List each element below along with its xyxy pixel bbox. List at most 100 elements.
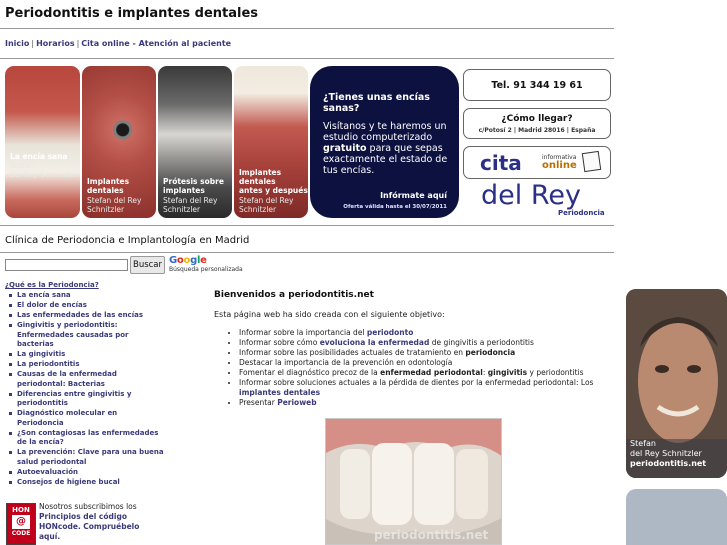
how-to-get-title: ¿Cómo llegar? (501, 114, 573, 124)
divider (0, 28, 614, 29)
sidebar-item: ¿Son contagiosas las enfermedades de la … (9, 429, 165, 448)
google-search-note: Búsqueda personalizada (169, 266, 243, 273)
objective-link[interactable]: implantes dentales (239, 388, 320, 397)
objective-item: Informar sobre soluciones actuales a la … (239, 378, 609, 398)
promo-box[interactable]: ¿Tienes unas encías sanas? Visítanos y t… (310, 66, 459, 218)
promo-text: Visítanos y te haremos un estudio comput… (323, 121, 448, 176)
sidebar-link[interactable]: La encía sana (17, 291, 71, 299)
objective-item: Informar sobre la importancia del period… (239, 328, 609, 338)
objective-text: Destacar la importancia de la prevención… (239, 358, 453, 367)
header-banner: La encía sana Stefan del Rey Schnitzler … (5, 66, 614, 218)
sidebar-link[interactable]: Consejos de higiene bucal (17, 478, 120, 486)
sidebar-link[interactable]: Diagnóstico molecular en Periodoncia (17, 409, 117, 427)
objective-link[interactable]: Perioweb (277, 398, 316, 407)
sidebar-item: Consejos de higiene bucal (9, 478, 165, 488)
objective-item: Destacar la importancia de la prevención… (239, 358, 609, 368)
objective-text: Informar sobre soluciones actuales a la … (239, 378, 594, 387)
intro-text: Esta página web ha sido creada con el si… (214, 310, 445, 319)
teeth-photo: periodontitis.net (325, 418, 502, 545)
banner-photo-caption: Prótesis sobre implantes (163, 177, 224, 195)
sidebar-link[interactable]: La prevención: Clave para una buena salu… (17, 448, 164, 466)
sidebar-link[interactable]: La periodontitis (17, 360, 80, 368)
objective-link[interactable]: evoluciona la enfermedad (320, 338, 430, 347)
banner-photo-caption: La encía sana (10, 152, 68, 161)
banner-photo-author: Stefan del Rey Schnitzler (239, 196, 294, 214)
sidebar-link[interactable]: Gingivitis y periodontitis: Enfermedades… (17, 321, 129, 348)
nav-separator: | (76, 39, 80, 48)
photo-watermark: periodontitis.net (374, 528, 489, 542)
banner-photo-author: Stefan del Rey Schnitzler (87, 196, 142, 214)
honcode-logo[interactable]: HON @ CODE (6, 503, 36, 545)
objective-link[interactable]: periodonto (367, 328, 413, 337)
banner-photo-author: Stefan del Rey Schnitzler (10, 161, 78, 179)
objectives-list: Informar sobre la importancia del period… (214, 328, 609, 408)
sidebar-item: Causas de la enfermedad periodontal: Bac… (9, 370, 165, 389)
banner-photo-healthy-gums[interactable]: La encía sana Stefan del Rey Schnitzler (5, 66, 80, 218)
sidebar-item: El dolor de encías (9, 301, 165, 311)
objective-emphasis: gingivitis (487, 368, 528, 377)
sidebar-item: La periodontitis (9, 360, 165, 370)
sidebar-item: Diferencias entre gingivitis y periodont… (9, 390, 165, 409)
objective-text: Informar sobre la importancia del (239, 328, 367, 337)
sidebar-link[interactable]: Diferencias entre gingivitis y periodont… (17, 390, 131, 408)
cita-online-box[interactable]: cita informativa online (463, 146, 611, 179)
google-logo-letter: G (169, 255, 177, 266)
google-logo: Google (169, 255, 207, 266)
portrait-name: Stefan del Rey Schnitzler (630, 439, 702, 458)
search-button[interactable]: Buscar (130, 256, 165, 274)
welcome-title: Bienvenidos a periodontitis.net (214, 290, 374, 300)
teeth-illustration (326, 419, 501, 544)
nav-link-inicio[interactable]: Inicio (5, 39, 29, 48)
brand-name: del Rey (481, 180, 581, 211)
objective-emphasis: periodoncia (465, 348, 516, 357)
sidebar-heading-link[interactable]: ¿Qué es la Periodoncia? (5, 281, 165, 289)
portrait-site: periodontitis.net (630, 459, 707, 468)
sidebar-link[interactable]: La gingivitis (17, 350, 65, 358)
banner-photo-caption: Implantes dentales (87, 177, 130, 195)
banner-photo-implants-before-after[interactable]: Implantes dentales antes y después Stefa… (234, 66, 308, 218)
google-logo-letter: g (190, 255, 197, 266)
divider (0, 225, 614, 226)
banner-photo-author: Stefan del Rey Schnitzler (163, 196, 218, 214)
banner-photo-implant-prosthesis[interactable]: Prótesis sobre implantes Stefan del Rey … (158, 66, 232, 218)
clinic-heading: Clínica de Periodoncia e Implantología e… (5, 235, 250, 246)
nav-link-horarios[interactable]: Horarios (36, 39, 74, 48)
search-input[interactable] (5, 259, 128, 271)
sidebar-item: Las enfermedades de las encías (9, 311, 165, 321)
divider (0, 252, 614, 253)
promo-validity: Oferta válida hasta el 30/07/2011 (343, 204, 447, 210)
phone-box: Tel. 91 344 19 61 (463, 69, 611, 101)
objective-item: Informar sobre cómo evoluciona la enferm… (239, 338, 609, 348)
calendar-icon (581, 150, 602, 173)
sidebar-link[interactable]: El dolor de encías (17, 301, 87, 309)
divider (0, 58, 614, 59)
objective-text: Informar sobre cómo (239, 338, 320, 347)
objective-text: Presentar (239, 398, 278, 407)
how-to-get-box[interactable]: ¿Cómo llegar? c/Potosí 2 | Madrid 28016 … (463, 108, 611, 139)
clinic-photo (626, 489, 727, 545)
sidebar: ¿Qué es la Periodoncia? La encía sana El … (5, 281, 165, 487)
promo-cta-link[interactable]: Infórmate aquí (380, 191, 447, 200)
sidebar-link[interactable]: Autoevaluación (17, 468, 78, 476)
sidebar-link[interactable]: ¿Son contagiosas las enfermedades de la … (17, 429, 158, 447)
sidebar-link[interactable]: Causas de la enfermedad periodontal: Bac… (17, 370, 117, 388)
google-logo-letter: e (200, 255, 207, 266)
objective-text: y periodontitis (527, 368, 584, 377)
cita-online-text: online (542, 160, 577, 171)
banner-photo-dental-implants[interactable]: Implantes dentales Stefan del Rey Schnit… (82, 66, 156, 218)
objective-item: Informar sobre las posibilidades actuale… (239, 348, 609, 358)
promo-question: ¿Tienes unas encías sanas? (323, 92, 430, 114)
nav-link-cita-online[interactable]: Cita online - Atención al paciente (81, 39, 231, 48)
objective-text: Informar sobre las posibilidades actuale… (239, 348, 466, 357)
brand-subtitle: Periodoncia (558, 209, 605, 217)
sidebar-link[interactable]: Las enfermedades de las encías (17, 311, 143, 319)
sidebar-list: La encía sana El dolor de encías Las enfer… (5, 291, 165, 487)
top-nav: Inicio | Horarios | Cita online - Atención a… (5, 39, 231, 48)
objective-emphasis: enfermedad periodontal (380, 368, 483, 377)
honcode-text: Nosotros subscribimos los Principios del… (39, 502, 140, 541)
objective-item: Presentar Perioweb (239, 398, 609, 408)
nav-separator: | (31, 39, 35, 48)
objective-text: Fomentar el diagnóstico precoz de la (239, 368, 381, 377)
sidebar-item: La prevención: Clave para una buena salu… (9, 448, 165, 467)
objective-item: Fomentar el diagnóstico precoz de la enf… (239, 368, 609, 378)
